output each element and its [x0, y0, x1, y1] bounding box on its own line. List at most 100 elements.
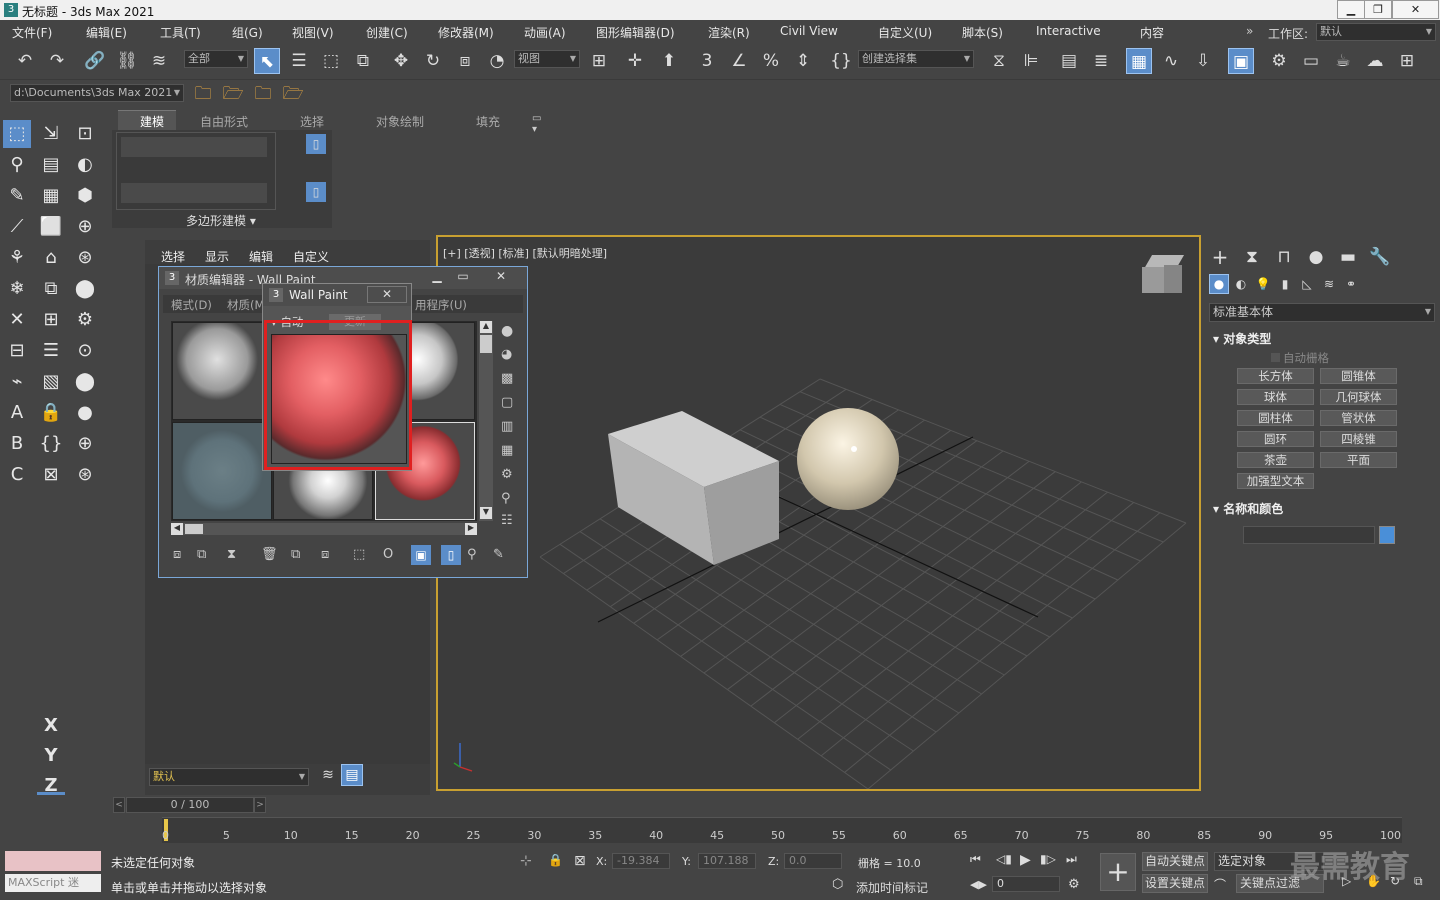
- redo-icon[interactable]: ↷: [44, 48, 70, 74]
- ribbon-group-label[interactable]: 多边形建模 ▾: [186, 212, 256, 229]
- next-frame-icon[interactable]: ▮▷: [1040, 852, 1056, 866]
- maximize-viewport-icon[interactable]: ⧉: [1414, 874, 1423, 889]
- motion-tab-icon[interactable]: ●: [1303, 244, 1329, 270]
- scene-explorer-icon[interactable]: ≣: [1088, 48, 1114, 74]
- menu-2[interactable]: 工具(T): [160, 24, 201, 41]
- menu-12[interactable]: 脚本(S): [962, 24, 1003, 41]
- show-map-icon[interactable]: O: [383, 547, 393, 562]
- dot2-icon[interactable]: ⬤: [71, 368, 99, 396]
- maximize-button[interactable]: ▭: [451, 269, 475, 285]
- bind-space-warp-icon[interactable]: ≋: [146, 48, 172, 74]
- show-end-result-icon[interactable]: ▣: [411, 545, 431, 565]
- key-mode-icon[interactable]: ◀▶: [970, 878, 987, 891]
- select-manipulate-icon-2[interactable]: ✛: [622, 48, 648, 74]
- text-c-icon[interactable]: C: [3, 461, 31, 489]
- maxscript-listener[interactable]: [5, 851, 101, 871]
- object-type-header[interactable]: ▾ 对象类型: [1213, 330, 1271, 347]
- menu-8[interactable]: 图形编辑器(D): [596, 24, 675, 41]
- sphere-icon[interactable]: ◐: [71, 151, 99, 179]
- wave-icon[interactable]: ⌁: [3, 368, 31, 396]
- scroll-thumb[interactable]: [480, 335, 492, 353]
- close-button[interactable]: ✕: [481, 269, 521, 285]
- ribbon-expand-icon[interactable]: ▭ ▾: [532, 113, 541, 135]
- add-icon[interactable]: ⊕: [71, 213, 99, 241]
- lights-icon[interactable]: 💡: [1253, 274, 1273, 294]
- time-tag-icon[interactable]: ⬡: [832, 877, 843, 892]
- layer-explorer-icon[interactable]: ▤: [1056, 48, 1082, 74]
- pick-material-icon[interactable]: ✎: [493, 547, 504, 562]
- brace-icon[interactable]: {}: [37, 430, 65, 458]
- perspective-viewport[interactable]: [+] [透视] [标准] [默认明暗处理]: [436, 235, 1201, 791]
- sample-scrollbar[interactable]: ▲ ▼: [479, 321, 493, 521]
- menu-7[interactable]: 动画(A): [524, 24, 566, 41]
- selection-filter-dropdown[interactable]: 全部 ▼: [184, 50, 248, 68]
- angle-snap-icon[interactable]: ∠: [726, 48, 752, 74]
- link-icon[interactable]: 🔗: [82, 48, 108, 74]
- menu-5[interactable]: 创建(C): [366, 24, 408, 41]
- utilities-tab-icon[interactable]: 🔧: [1367, 244, 1393, 270]
- layer-dropdown[interactable]: 默认 ▼: [149, 768, 309, 786]
- menu-0[interactable]: 文件(F): [12, 24, 52, 41]
- object-name-field[interactable]: [1243, 526, 1375, 544]
- scale-icon[interactable]: ⧈: [452, 48, 478, 74]
- ribbon-tool-icon-2[interactable]: ▯: [306, 182, 326, 202]
- scroll-right-icon[interactable]: ▶: [465, 523, 477, 535]
- hscrollbar[interactable]: ◀ ▶: [171, 523, 477, 535]
- target-icon[interactable]: ⊙: [71, 337, 99, 365]
- maximize-button[interactable]: ❐: [1364, 0, 1392, 19]
- close-button[interactable]: ✕: [1392, 0, 1439, 19]
- menu-10[interactable]: Civil View: [780, 24, 838, 38]
- name-color-header[interactable]: ▾ 名称和颜色: [1213, 500, 1283, 517]
- scene-tab-1[interactable]: 显示: [205, 248, 229, 265]
- percent-snap-icon[interactable]: %: [758, 48, 784, 74]
- select-by-name-icon[interactable]: ☰: [286, 48, 312, 74]
- text-a-icon[interactable]: A: [3, 399, 31, 427]
- hierarchy-tab-icon[interactable]: ⊓: [1271, 244, 1297, 270]
- menu-9[interactable]: 渲染(R): [708, 24, 750, 41]
- schematic-view-icon[interactable]: ⇩: [1190, 48, 1216, 74]
- pen-icon[interactable]: ✎: [3, 182, 31, 210]
- effect2-icon[interactable]: ⊛: [71, 461, 99, 489]
- lock-icon[interactable]: 🔒: [37, 399, 65, 427]
- select-object-icon[interactable]: ⬉: [254, 48, 280, 74]
- ribbon-tab-4[interactable]: 填充: [476, 113, 500, 130]
- z-field[interactable]: 0.0: [784, 853, 842, 869]
- zoom-icon[interactable]: ▷: [1342, 874, 1351, 888]
- scroll-up-icon[interactable]: ▲: [480, 321, 492, 333]
- time-slider-prev[interactable]: <: [113, 797, 125, 813]
- unlink-icon[interactable]: ⛓: [114, 48, 140, 74]
- minimize-button[interactable]: ▁: [1337, 0, 1365, 19]
- render-cloud-icon[interactable]: ☁: [1362, 48, 1388, 74]
- sample-type-icon[interactable]: ●: [501, 323, 513, 339]
- expand-icon[interactable]: »: [1246, 24, 1253, 38]
- curve-editor-icon[interactable]: ∿: [1158, 48, 1184, 74]
- select-manipulate-icon[interactable]: ◔: [484, 48, 510, 74]
- rect-select-icon[interactable]: ⬚: [318, 48, 344, 74]
- create-tab-icon[interactable]: +: [1207, 244, 1233, 270]
- create-4-button[interactable]: 圆柱体: [1237, 410, 1314, 426]
- viewcube[interactable]: [1142, 255, 1185, 295]
- line-icon[interactable]: ⟋: [3, 213, 31, 241]
- align-icon[interactable]: ⊫: [1018, 48, 1044, 74]
- background-icon[interactable]: ▩: [501, 371, 513, 386]
- time-slider[interactable]: 0 / 100: [126, 797, 254, 813]
- set-key-big-button[interactable]: +: [1100, 853, 1136, 891]
- space-warps-icon[interactable]: ≋: [1319, 274, 1339, 294]
- scroll-down-icon[interactable]: ▼: [480, 507, 492, 519]
- menu-3[interactable]: 组(G): [232, 24, 263, 41]
- mirror-icon[interactable]: ⧖: [986, 48, 1012, 74]
- add-time-tag[interactable]: 添加时间标记: [856, 879, 928, 896]
- copy-icon[interactable]: ⧉: [37, 275, 65, 303]
- layer-icon[interactable]: ≋: [317, 764, 339, 786]
- put-to-library-icon[interactable]: ⧈: [321, 547, 329, 562]
- helpers-icon[interactable]: ◺: [1297, 274, 1317, 294]
- y-field[interactable]: 107.188: [698, 853, 756, 869]
- time-config-icon[interactable]: ⚙: [1068, 877, 1080, 892]
- systems-icon[interactable]: ⚭: [1341, 274, 1361, 294]
- menu-material[interactable]: 材质(M: [227, 297, 264, 313]
- workspace-dropdown[interactable]: 默认 ▼: [1316, 23, 1436, 41]
- make-unique-icon[interactable]: ⧉: [291, 547, 300, 562]
- x-icon[interactable]: ✕: [3, 306, 31, 334]
- create-9-button[interactable]: 平面: [1320, 452, 1397, 468]
- options-icon[interactable]: ⚙: [501, 467, 513, 482]
